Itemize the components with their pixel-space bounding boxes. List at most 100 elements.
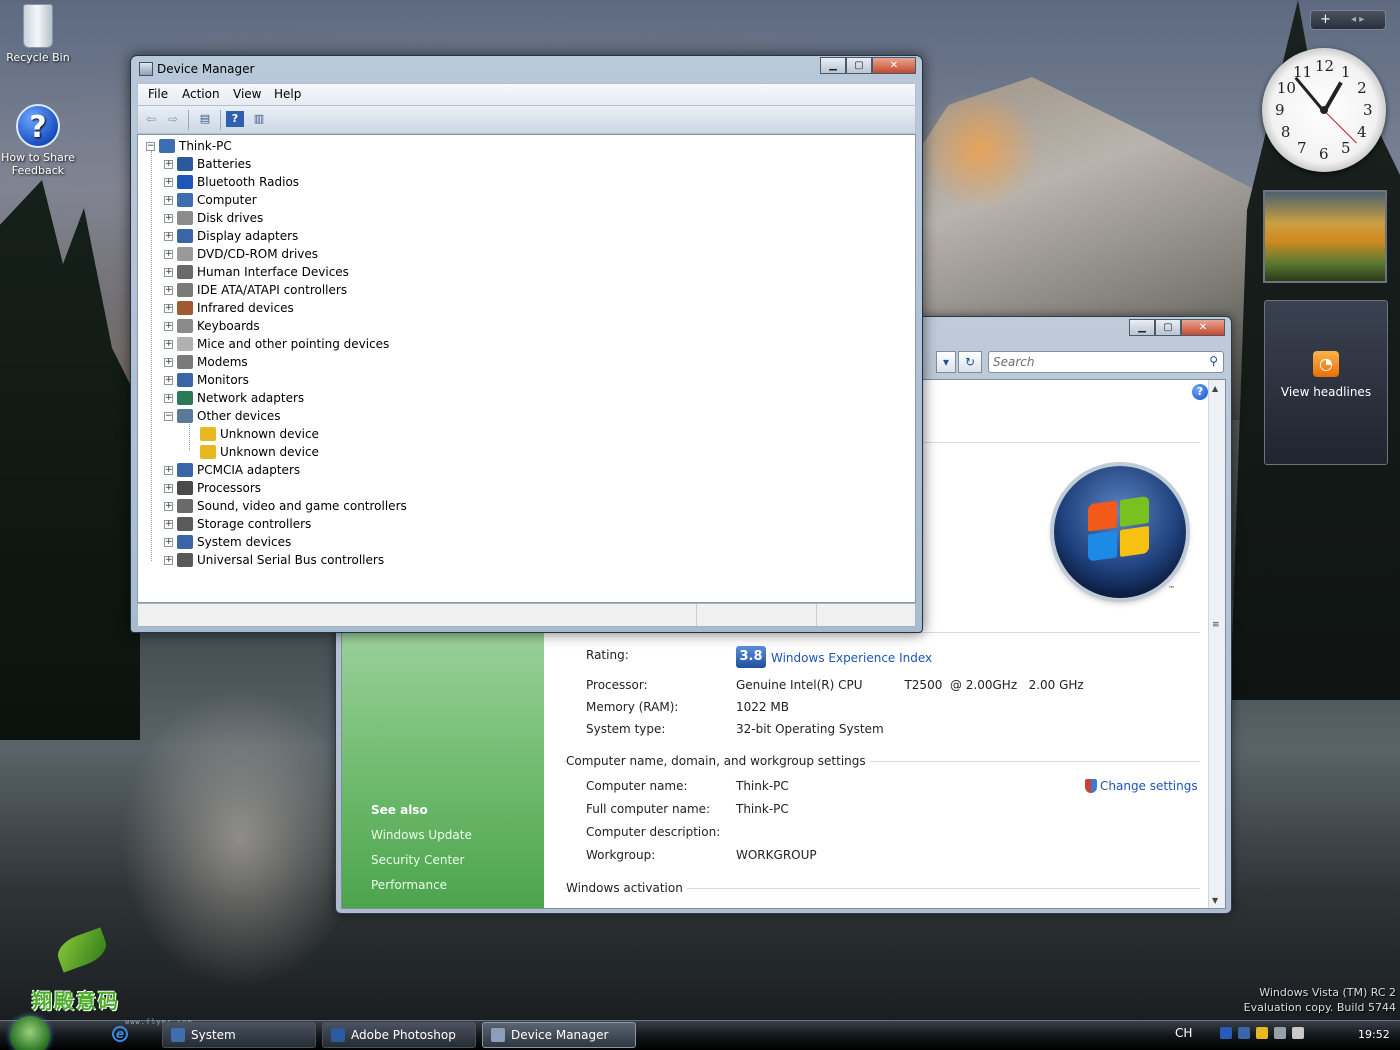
slideshow-gadget[interactable]: [1263, 190, 1387, 283]
device-tree[interactable]: − Think-PC + Batteries + Bluetooth Radios + C…: [137, 134, 916, 603]
device-manager-window[interactable]: Device Manager ▁ ▢ ✕ File Action View He…: [130, 55, 923, 633]
scroll-thumb-grip-icon[interactable]: ≡: [1212, 620, 1220, 630]
menu-view[interactable]: View: [233, 87, 261, 101]
expand-icon[interactable]: +: [164, 501, 173, 511]
tree-node-category[interactable]: + Modems: [164, 353, 248, 371]
see-also-link-windows-update[interactable]: Windows Update: [371, 828, 472, 842]
forward-icon[interactable]: ⇨: [164, 111, 182, 127]
see-also-link-security-center[interactable]: Security Center: [371, 853, 464, 867]
expand-icon[interactable]: +: [164, 393, 173, 403]
collapse-icon[interactable]: −: [146, 141, 155, 151]
clock-gadget[interactable]: 12 1 2 3 4 5 6 7 8 9 10 11: [1262, 48, 1386, 172]
refresh-button[interactable]: ↻: [958, 351, 982, 373]
tree-node-category[interactable]: + Sound, video and game controllers: [164, 497, 407, 515]
expand-icon[interactable]: +: [164, 483, 173, 493]
scroll-down-arrow-icon[interactable]: ▼: [1212, 896, 1218, 905]
menu-action[interactable]: Action: [182, 87, 220, 101]
maximize-button[interactable]: ▢: [846, 57, 872, 74]
expand-icon[interactable]: +: [164, 357, 173, 367]
feed-headlines-label: View headlines: [1280, 385, 1372, 399]
windows-experience-index-link[interactable]: Windows Experience Index: [771, 651, 932, 665]
show-hide-console-tree-icon[interactable]: ▤: [196, 111, 214, 127]
taskbar-button-photoshop[interactable]: Adobe Photoshop: [322, 1022, 476, 1048]
close-button[interactable]: ✕: [872, 57, 916, 74]
tree-node-device[interactable]: Unknown device: [200, 443, 319, 461]
tree-node-category[interactable]: + Network adapters: [164, 389, 304, 407]
tree-node-device[interactable]: Unknown device: [200, 425, 319, 443]
tree-node-category[interactable]: + Batteries: [164, 155, 251, 173]
search-icon[interactable]: ⚲: [1209, 354, 1218, 368]
search-input[interactable]: Search ⚲: [988, 351, 1224, 373]
network-icon[interactable]: [1238, 1027, 1250, 1039]
expand-icon[interactable]: +: [164, 159, 173, 169]
tree-node-category[interactable]: + Processors: [164, 479, 261, 497]
internet-explorer-icon[interactable]: e: [112, 1026, 128, 1042]
expand-icon[interactable]: +: [164, 465, 173, 475]
menu-file[interactable]: File: [148, 87, 168, 101]
see-also-link-performance[interactable]: Performance: [371, 878, 447, 892]
tree-node-category[interactable]: + Display adapters: [164, 227, 298, 245]
tree-connector: [189, 421, 190, 451]
battery-icon[interactable]: [1274, 1027, 1286, 1039]
expand-icon[interactable]: +: [164, 555, 173, 565]
expand-icon[interactable]: +: [164, 231, 173, 241]
tree-node-category[interactable]: + Human Interface Devices: [164, 263, 349, 281]
help-icon[interactable]: ?: [1192, 384, 1208, 400]
bluetooth-icon[interactable]: [1220, 1027, 1232, 1039]
status-cell: [816, 604, 916, 626]
scroll-up-arrow-icon[interactable]: ▲: [1212, 384, 1218, 393]
expand-icon[interactable]: +: [164, 213, 173, 223]
maximize-button[interactable]: ▢: [1155, 319, 1181, 336]
expand-icon[interactable]: +: [164, 303, 173, 313]
tree-node-category[interactable]: + Mice and other pointing devices: [164, 335, 389, 353]
collapse-icon[interactable]: −: [164, 411, 173, 421]
tree-node-category[interactable]: − Other devices: [164, 407, 281, 425]
address-dropdown-button[interactable]: ▾: [936, 351, 956, 373]
wei-score-badge[interactable]: 3.8: [736, 646, 766, 668]
language-indicator[interactable]: CH: [1175, 1026, 1192, 1040]
tree-node-category[interactable]: + System devices: [164, 533, 291, 551]
expand-icon[interactable]: +: [164, 195, 173, 205]
tree-root[interactable]: − Think-PC: [146, 137, 232, 155]
tray-clock[interactable]: 19:52: [1358, 1028, 1390, 1041]
feed-headlines-gadget[interactable]: ◔ View headlines: [1264, 300, 1388, 465]
help-icon[interactable]: ?: [226, 111, 244, 127]
tree-node-category[interactable]: + Disk drives: [164, 209, 263, 227]
desktop-icon-recycle-bin[interactable]: Recycle Bin: [0, 4, 78, 64]
sidebar-add-gadget-button[interactable]: +: [1320, 12, 1331, 27]
change-settings-link[interactable]: Change settings: [1100, 779, 1198, 793]
expand-icon[interactable]: +: [164, 519, 173, 529]
tree-node-category[interactable]: + Bluetooth Radios: [164, 173, 299, 191]
tree-node-category[interactable]: + DVD/CD-ROM drives: [164, 245, 318, 263]
sidebar-nav-buttons[interactable]: ◂ ▸: [1351, 14, 1364, 25]
back-icon[interactable]: ⇦: [142, 111, 160, 127]
expand-icon[interactable]: +: [164, 177, 173, 187]
expand-icon[interactable]: +: [164, 375, 173, 385]
tree-node-category[interactable]: + Infrared devices: [164, 299, 294, 317]
tree-node-category[interactable]: + Storage controllers: [164, 515, 311, 533]
volume-icon[interactable]: [1292, 1027, 1304, 1039]
tree-node-category[interactable]: + Keyboards: [164, 317, 260, 335]
expand-icon[interactable]: +: [164, 267, 173, 277]
vertical-scrollbar[interactable]: ▲ ≡ ▼: [1208, 380, 1225, 908]
menu-help[interactable]: Help: [274, 87, 301, 101]
expand-icon[interactable]: +: [164, 249, 173, 259]
taskbar-button-device-manager[interactable]: Device Manager: [482, 1022, 636, 1048]
tree-node-category[interactable]: + Computer: [164, 191, 257, 209]
taskbar-button-system[interactable]: System: [162, 1022, 316, 1048]
tree-node-category[interactable]: + PCMCIA adapters: [164, 461, 300, 479]
expand-icon[interactable]: +: [164, 339, 173, 349]
tree-node-category[interactable]: + Universal Serial Bus controllers: [164, 551, 384, 569]
expand-icon[interactable]: +: [164, 321, 173, 331]
desktop-icon-share-feedback[interactable]: ? How to Share Feedback: [0, 104, 78, 177]
tree-node-category[interactable]: + IDE ATA/ATAPI controllers: [164, 281, 347, 299]
start-button[interactable]: [10, 1016, 50, 1050]
minimize-button[interactable]: ▁: [1129, 319, 1155, 336]
tree-node-category[interactable]: + Monitors: [164, 371, 249, 389]
expand-icon[interactable]: +: [164, 285, 173, 295]
properties-icon[interactable]: ▥: [250, 111, 268, 127]
minimize-button[interactable]: ▁: [820, 57, 846, 74]
security-alert-icon[interactable]: [1256, 1027, 1268, 1039]
close-button[interactable]: ✕: [1181, 319, 1225, 336]
expand-icon[interactable]: +: [164, 537, 173, 547]
